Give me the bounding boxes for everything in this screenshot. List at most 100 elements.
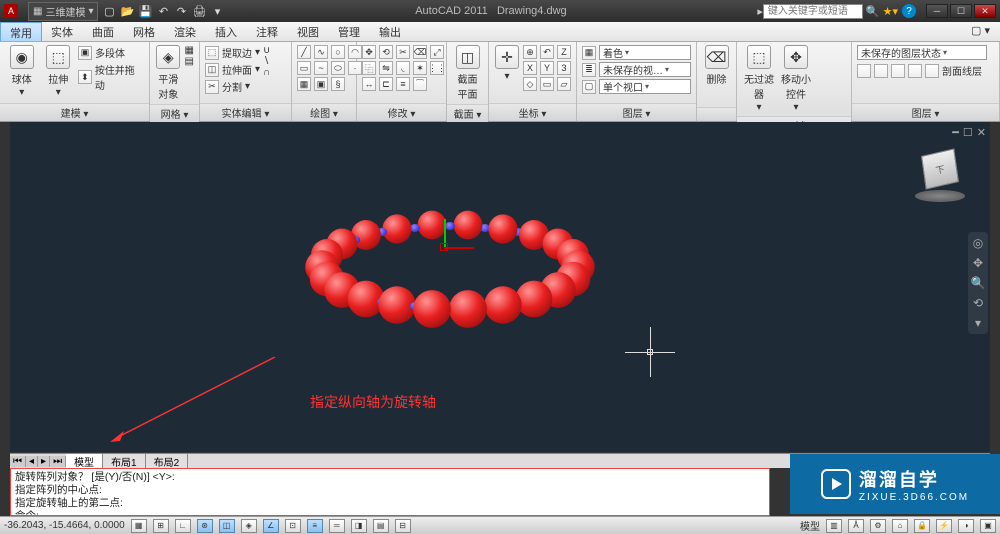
save-icon[interactable]: 💾 — [138, 4, 152, 18]
erase-button[interactable]: ⌫删除 — [702, 45, 731, 86]
swatch-blue-icon[interactable] — [925, 64, 939, 78]
dynin-toggle[interactable]: ≡ — [307, 519, 323, 533]
polar-toggle[interactable]: ⊛ — [197, 519, 213, 533]
tab-layout1[interactable]: 布局1 — [103, 454, 146, 469]
fillet-icon[interactable]: ◟ — [396, 61, 410, 75]
mesh-less-icon[interactable]: ▤ — [185, 56, 194, 67]
mesh-more-icon[interactable]: ▦ — [185, 45, 194, 56]
layer-icon[interactable]: ≣ — [582, 63, 596, 77]
swatch-teal-icon[interactable] — [908, 64, 922, 78]
showhide-icon[interactable]: ▾ — [975, 316, 981, 330]
tab-render[interactable]: 渲染 — [165, 22, 206, 41]
help-icon[interactable]: ? — [902, 4, 916, 18]
trim-icon[interactable]: ✂ — [396, 45, 410, 59]
scale-icon[interactable]: ⤢ — [430, 45, 444, 59]
search-icon[interactable]: 🔍 — [866, 5, 880, 18]
tab-insert[interactable]: 插入 — [206, 22, 247, 41]
rect-icon[interactable]: ▭ — [297, 61, 311, 75]
steering-wheel-icon[interactable]: ◎ — [973, 236, 983, 250]
new-icon[interactable]: ▢ — [102, 4, 116, 18]
offset-icon[interactable]: ⊏ — [379, 77, 393, 91]
circle-icon[interactable]: ○ — [331, 45, 345, 59]
mirror-icon[interactable]: ⇋ — [379, 61, 393, 75]
pline-icon[interactable]: ∿ — [314, 45, 328, 59]
lwt-toggle[interactable]: ═ — [329, 519, 345, 533]
ucs-obj-icon[interactable]: ◇ — [523, 77, 537, 91]
tab-last-icon[interactable]: ⏭ — [50, 456, 66, 467]
snap-toggle[interactable]: ▦ — [131, 519, 147, 533]
viewport-close-icon[interactable]: ✕ — [977, 126, 986, 139]
array-icon[interactable]: ⋮⋮ — [430, 61, 444, 75]
layout-quick-icon[interactable]: ▥ — [826, 519, 842, 533]
polysolid-button[interactable]: ▣多段体 — [78, 45, 144, 60]
space-label[interactable]: 模型 — [800, 518, 820, 533]
app-logo-icon[interactable]: A — [4, 4, 18, 18]
ucs-world-icon[interactable]: ⊕ — [523, 45, 537, 59]
viewcube-compass-icon[interactable] — [915, 190, 965, 202]
tab-home[interactable]: 常用 — [0, 22, 42, 41]
osnap-toggle[interactable]: ◫ — [219, 519, 235, 533]
tab-solid[interactable]: 实体 — [42, 22, 83, 41]
ribbon-collapse-icon[interactable]: ▢ ▾ — [962, 22, 1000, 41]
ucs-face-icon[interactable]: ▱ — [557, 77, 571, 91]
erase-icon[interactable]: ⌫ — [413, 45, 427, 59]
tab-layout2[interactable]: 布局2 — [146, 454, 189, 469]
undo-icon[interactable]: ↶ — [156, 4, 170, 18]
hatch-icon[interactable]: ▦ — [297, 77, 311, 91]
ucs-prev-icon[interactable]: ↶ — [540, 45, 554, 59]
redo-icon[interactable]: ↷ — [174, 4, 188, 18]
search-input[interactable] — [763, 4, 863, 19]
viewport-icon[interactable]: ▢ — [582, 80, 596, 94]
subtract-icon[interactable]: ∖ — [263, 56, 270, 67]
maximize-button[interactable]: ☐ — [950, 4, 972, 18]
ellipse-icon[interactable]: ⬭ — [331, 61, 345, 75]
helix-icon[interactable]: § — [331, 77, 345, 91]
sphere-button[interactable]: ◉球体▾ — [5, 45, 39, 98]
spline-icon[interactable]: ~ — [314, 61, 328, 75]
tab-surface[interactable]: 曲面 — [83, 22, 124, 41]
extrude-button[interactable]: ⬚拉伸▾ — [42, 45, 76, 98]
tab-prev-icon[interactable]: ◂ — [26, 456, 38, 467]
ann-scale-icon[interactable]: Å — [848, 519, 864, 533]
ucs-button[interactable]: ✛▾ — [494, 45, 520, 82]
3dosnap-toggle[interactable]: ◈ — [241, 519, 257, 533]
viewcube-face[interactable]: 下 — [921, 148, 959, 189]
line-icon[interactable]: ╱ — [297, 45, 311, 59]
gizmo-button[interactable]: ✥移动小控件▾ — [779, 45, 813, 113]
viewcube[interactable]: 下 — [910, 152, 970, 207]
swatch-yellow-icon[interactable] — [857, 64, 871, 78]
viewport-minimize-icon[interactable]: ━ — [952, 126, 959, 139]
color-icon[interactable]: ▦ — [582, 46, 596, 60]
viewport-combo[interactable]: 单个视口▾ — [599, 79, 691, 94]
tab-view[interactable]: 视图 — [288, 22, 329, 41]
print-icon[interactable]: 🖨 — [192, 4, 206, 18]
layerstate-big-combo[interactable]: 未保存的图层状态▾ — [857, 45, 987, 60]
orbit-icon[interactable]: ⟲ — [973, 296, 983, 310]
ucs-view-icon[interactable]: ▭ — [540, 77, 554, 91]
section-plane-button[interactable]: ◫截面 平面 — [452, 45, 483, 101]
copy-icon[interactable]: ⿻ — [362, 61, 376, 75]
join-icon[interactable]: ⁀ — [413, 77, 427, 91]
zoom-extents-icon[interactable]: 🔍 — [971, 276, 986, 290]
extract-edge-button[interactable]: ⬚提取边▾ — [205, 45, 260, 60]
minimize-button[interactable]: ─ — [926, 4, 948, 18]
smooth-button[interactable]: ◈平滑 对象 — [155, 45, 182, 101]
ortho-toggle[interactable]: ∟ — [175, 519, 191, 533]
nofilter-button[interactable]: ⬚无过滤器▾ — [742, 45, 776, 113]
rotate-icon[interactable]: ⟲ — [379, 45, 393, 59]
ducs-toggle[interactable]: ⊡ — [285, 519, 301, 533]
drawing-viewport[interactable]: ━ ☐ ✕ 下 ◎ ✥ 🔍 ⟲ ▾ 指定纵向轴为旋转轴 — [10, 122, 990, 452]
tpy-toggle[interactable]: ◨ — [351, 519, 367, 533]
clean-screen-icon[interactable]: ▣ — [980, 519, 996, 533]
workspace-dropdown[interactable]: ▦三维建模▾ — [28, 2, 98, 21]
ucs-y-icon[interactable]: Y — [540, 61, 554, 75]
lock-ui-icon[interactable]: 🔒 — [914, 519, 930, 533]
ucs-3p-icon[interactable]: 3 — [557, 61, 571, 75]
presspull-button[interactable]: ⬍按住并拖动 — [78, 62, 144, 92]
extrude-face-button[interactable]: ◫拉伸面▾ — [205, 62, 260, 77]
hw-accel-icon[interactable]: ⚡ — [936, 519, 952, 533]
open-icon[interactable]: 📂 — [120, 4, 134, 18]
tab-first-icon[interactable]: ⏮ — [10, 456, 26, 467]
stretch-icon[interactable]: ↔ — [362, 77, 376, 91]
swatch-red-icon[interactable] — [874, 64, 888, 78]
